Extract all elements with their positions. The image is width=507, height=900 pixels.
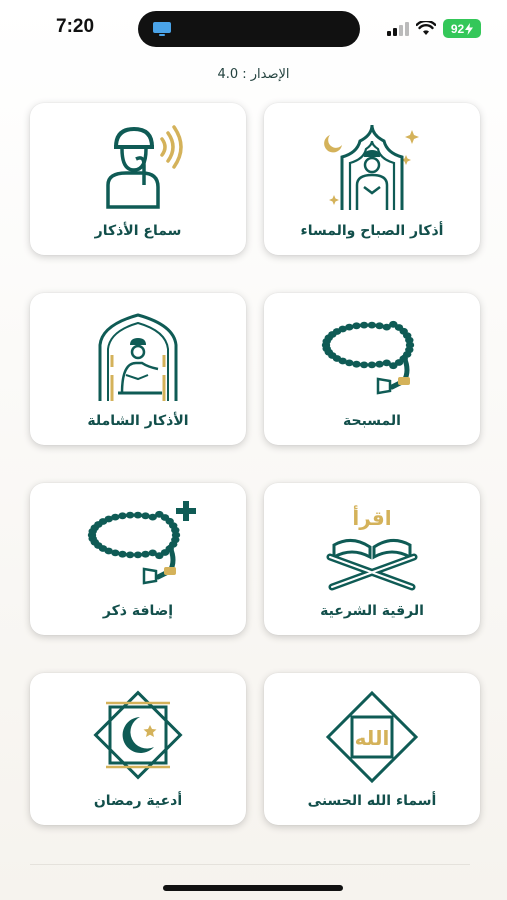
- cellular-signal-icon: [387, 21, 409, 36]
- listening-man-icon: [106, 125, 183, 209]
- screen-mirroring-icon: [153, 22, 171, 36]
- prayer-beads-icon: [321, 320, 415, 395]
- card-label: أسماء الله الحسنى: [307, 793, 437, 809]
- card-label: أدعية رمضان: [93, 793, 183, 809]
- dynamic-island: [138, 11, 360, 47]
- card-label: الأذكار الشاملة: [87, 413, 189, 429]
- charging-bolt-icon: [465, 22, 474, 35]
- praying-man-arch-icon: [324, 124, 419, 210]
- card-label: المسبحة: [343, 413, 401, 429]
- status-bar: 7:20 92: [0, 0, 507, 58]
- bottom-divider: [30, 864, 470, 865]
- card-label: سماع الأذكار: [94, 223, 182, 239]
- status-time: 7:20: [56, 16, 95, 37]
- allah-calligraphy-icon: الله: [325, 690, 419, 784]
- card-label: إضافة ذكر: [102, 603, 174, 619]
- card-label: أذكار الصباح والمساء: [300, 223, 444, 239]
- ramadan-crescent-icon: [93, 690, 183, 780]
- home-indicator[interactable]: [163, 885, 343, 891]
- card-ruqyah[interactable]: اقرأ الرقية الشرعية: [264, 483, 480, 635]
- card-morning-evening-adhkar[interactable]: أذكار الصباح والمساء: [264, 103, 480, 255]
- version-label: الإصدار : 4.0: [217, 67, 290, 82]
- card-listen-adhkar[interactable]: سماع الأذكار: [30, 103, 246, 255]
- add-beads-icon: [87, 501, 196, 585]
- card-label: الرقية الشرعية: [320, 603, 424, 619]
- card-comprehensive-adhkar[interactable]: الأذكار الشاملة: [30, 293, 246, 445]
- allah-text: الله: [355, 726, 390, 750]
- card-ramadan-duas[interactable]: أدعية رمضان: [30, 673, 246, 825]
- app-screen: 7:20 92 الإصدار: 4.0 أذكار الصباح والمس…: [0, 0, 507, 900]
- iqra-text: اقرأ: [352, 504, 391, 530]
- card-add-dhikr[interactable]: إضافة ذكر: [30, 483, 246, 635]
- card-masbaha[interactable]: المسبحة: [264, 293, 480, 445]
- battery-level: 92: [450, 21, 465, 36]
- battery-indicator: 92: [443, 19, 481, 38]
- quran-stand-icon: اقرأ: [326, 504, 418, 591]
- card-names-of-allah[interactable]: الله أسماء الله الحسنى: [264, 673, 480, 825]
- status-icons: 92: [387, 19, 481, 38]
- wifi-icon: [416, 21, 436, 35]
- praying-man-mihrab-icon: [98, 313, 178, 401]
